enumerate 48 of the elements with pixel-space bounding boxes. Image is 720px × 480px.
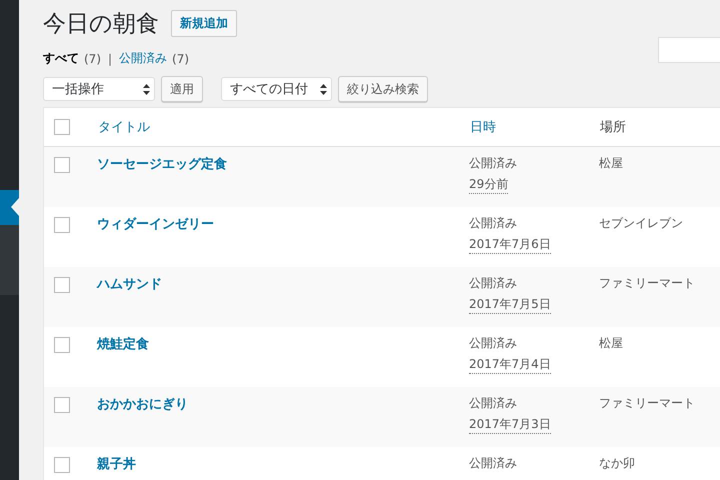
add-new-button[interactable]: 新規追加 [171, 10, 237, 36]
post-title-link[interactable]: 焼鮭定食 [97, 334, 149, 352]
place-cell: 松屋 [599, 155, 623, 172]
row-checkbox[interactable] [54, 276, 70, 292]
date-filter-dropdown[interactable]: すべての日付 [221, 77, 332, 101]
column-header: 場所 [600, 120, 626, 135]
row-checkbox[interactable] [54, 157, 70, 173]
bulk-action-dropdown[interactable]: 一括操作 [43, 77, 155, 101]
view-link[interactable]: すべて [43, 50, 79, 67]
post-title-link[interactable]: ウィダーインゼリー [97, 214, 214, 232]
row-checkbox[interactable] [54, 336, 70, 352]
post-title-link[interactable]: おかかおにぎり [97, 394, 188, 412]
post-status: 公開済み [469, 214, 518, 232]
row-checkbox[interactable] [54, 456, 70, 472]
row-checkbox[interactable] [54, 396, 70, 412]
column-header[interactable]: 日時 [470, 120, 496, 135]
post-title-link[interactable]: 親子丼 [97, 454, 136, 472]
post-status: 公開済み [469, 155, 518, 172]
page-title: 今日の朝食 [43, 10, 159, 38]
apply-button[interactable]: 適用 [161, 76, 203, 102]
select-arrows-icon [320, 84, 327, 94]
post-status: 公開済み [469, 334, 518, 352]
submenu-panel [0, 225, 19, 295]
column-header[interactable]: タイトル [98, 120, 150, 135]
view-link[interactable]: 公開済み [119, 50, 168, 67]
row-checkbox[interactable] [54, 216, 70, 232]
place-cell: ファミリーマート [599, 274, 695, 292]
post-title-link[interactable]: ハムサンド [97, 274, 162, 292]
select-all-checkbox[interactable] [54, 119, 70, 135]
post-date: 2017年7月5日 [469, 296, 551, 314]
view-count: (7) [84, 52, 101, 66]
post-status: 公開済み [469, 394, 518, 412]
separator: | [108, 52, 112, 66]
post-status: 公開済み [469, 274, 518, 292]
post-date: 2017年7月3日 [469, 416, 551, 434]
place-cell: なか卯 [599, 454, 635, 472]
post-date: 29分前 [469, 176, 508, 194]
post-status: 公開済み [469, 454, 518, 472]
select-arrows-icon [143, 84, 150, 94]
post-title-link[interactable]: ソーセージエッグ定食 [97, 155, 227, 173]
view-count: (7) [172, 52, 190, 66]
post-date: 2017年7月4日 [469, 356, 551, 374]
active-menu-item[interactable] [0, 190, 19, 225]
post-date: 2017年7月6日 [469, 236, 551, 254]
filter-button[interactable]: 絞り込み検索 [338, 76, 428, 102]
place-cell: 松屋 [599, 334, 623, 352]
place-cell: セブンイレブン [599, 214, 683, 232]
place-cell: ファミリーマート [599, 394, 695, 412]
